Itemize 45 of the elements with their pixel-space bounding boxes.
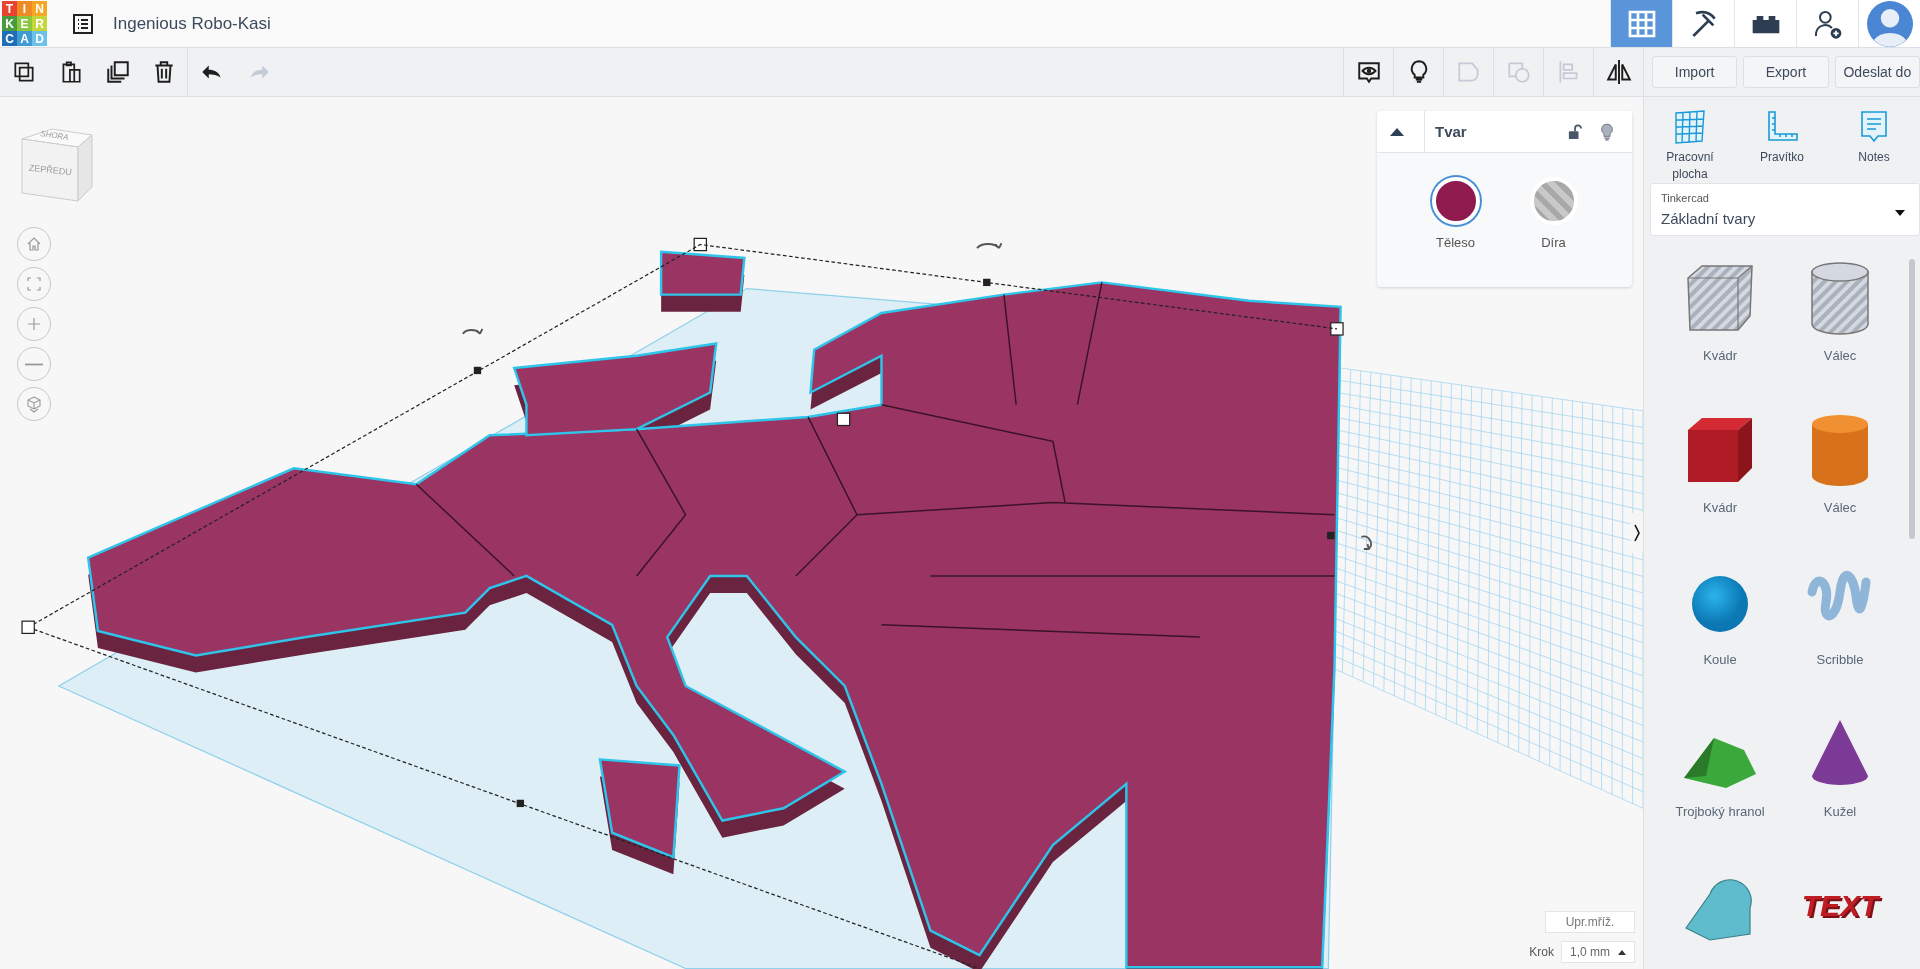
shape-library-dropdown[interactable]: Tinkercad Základní tvary	[1650, 183, 1920, 236]
eye-bubble-icon	[1355, 59, 1382, 85]
logo[interactable]: T I N K E R C A D	[2, 1, 47, 46]
nav-tab[interactable]	[1672, 0, 1734, 47]
collapse-icon[interactable]	[1390, 127, 1404, 136]
edit-grid-button[interactable]: Upr.mříž.	[1545, 911, 1635, 933]
shape-item[interactable]: Trojboký hranol	[1660, 714, 1780, 836]
shape-outline-icon	[1455, 59, 1482, 85]
grid-plane-icon	[1672, 109, 1708, 145]
nav-tab[interactable]	[1796, 0, 1858, 47]
notes-tool-button[interactable]: Notes	[1828, 109, 1920, 183]
mirror-icon	[1605, 59, 1632, 85]
panel-title: Tvar	[1424, 111, 1467, 152]
list-icon[interactable]	[71, 11, 95, 36]
text-shape-thumbnail: TEXT	[1801, 888, 1879, 924]
shape-item[interactable]: Válec	[1780, 410, 1900, 532]
unlocked-padlock-icon[interactable]	[1568, 122, 1582, 141]
frame-corners-icon	[24, 274, 44, 294]
stacked-squares-icon	[104, 59, 131, 85]
ruler-tool-button[interactable]: Pravítko	[1736, 109, 1828, 183]
action-button[interactable]: Odeslat do	[1834, 56, 1920, 88]
shape-item[interactable]: Scribble	[1780, 562, 1900, 684]
chevron-icon	[1633, 523, 1641, 543]
shape-item[interactable]: Koule	[1660, 562, 1780, 684]
workplane-tool-button[interactable]: Pracovní plocha	[1644, 109, 1736, 183]
lightbulb-icon[interactable]	[1600, 122, 1614, 141]
action-button[interactable]: Export	[1743, 56, 1829, 88]
snap-dropdown[interactable]: 1,0 mm	[1561, 941, 1635, 963]
caret-icon	[1895, 210, 1905, 216]
square-circle-icon	[1505, 59, 1532, 85]
shape-item[interactable]: Kvádr	[1660, 410, 1780, 532]
design-title[interactable]: Ingenious Robo-Kasi	[113, 13, 271, 34]
shape-item[interactable]: Válec	[1780, 258, 1900, 380]
minus-icon	[24, 362, 44, 366]
snap-label: Krok	[1529, 945, 1554, 959]
resize-handle[interactable]	[21, 620, 35, 634]
scrollbar[interactable]	[1909, 259, 1915, 539]
cube-icon	[24, 394, 44, 414]
caret-icon	[1618, 949, 1626, 955]
shape-item[interactable]: Kužel	[1780, 714, 1900, 836]
action-button[interactable]: Import	[1652, 56, 1738, 88]
view-cube[interactable]: SHORA ZEPŘEDU	[12, 119, 102, 209]
nav-tab[interactable]	[1734, 0, 1796, 47]
shape-item[interactable]: TEXT	[1780, 866, 1900, 969]
shape-item[interactable]: Kvádr	[1660, 258, 1780, 380]
